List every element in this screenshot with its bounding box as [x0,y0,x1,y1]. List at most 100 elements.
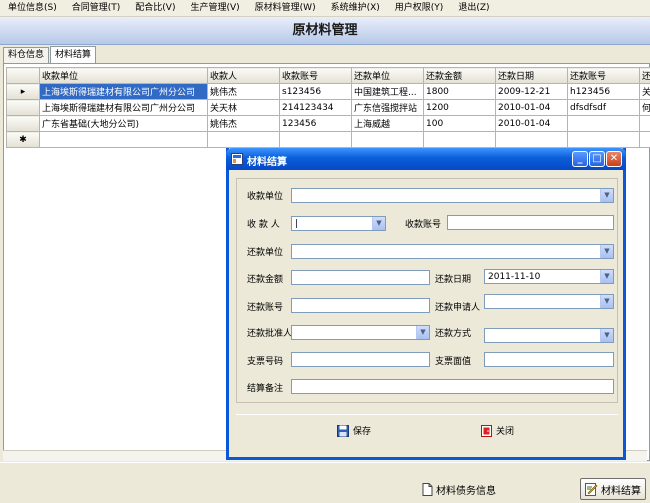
repay-account-input[interactable] [291,298,430,313]
save-button[interactable]: 保存 [337,424,371,437]
table-row[interactable]: ▸ 上海埃斯得瑞建材有限公司广州分公司 姚伟杰 s123456 中国建筑工程..… [6,83,650,100]
table-cell[interactable] [423,131,496,148]
save-label: 保存 [353,427,372,437]
table-cell[interactable] [495,131,568,148]
table-cell[interactable]: 姚伟杰 [207,83,280,100]
table-cell[interactable]: dfsdfsdf [567,99,640,116]
table-cell[interactable]: 广东省基础(大地分公司) [39,115,208,132]
table-cell[interactable]: 上海埃斯得瑞建材有限公司广州分公司 [39,99,208,116]
table-cell[interactable] [207,131,280,148]
dialog-title: 材料结算 [247,157,287,168]
tab-silo-info[interactable]: 料仓信息 [3,47,50,63]
column-header[interactable]: 还款日期 [495,67,568,84]
maximize-icon: □ [592,153,602,164]
chevron-down-icon[interactable]: ▼ [600,189,613,202]
exit-door-icon [481,424,492,437]
table-cell[interactable] [279,131,352,148]
table-cell[interactable]: 214123434 [279,99,352,116]
table-cell[interactable]: 100 [423,115,496,132]
chevron-down-icon[interactable]: ▼ [600,245,613,258]
repay-date-picker[interactable]: 2011-11-10 ▼ [484,269,614,284]
table-cell[interactable]: 2010-01-04 [495,99,568,116]
table-cell[interactable]: 关 [639,83,650,100]
row-header[interactable] [6,115,40,132]
column-header[interactable]: 收款账号 [279,67,352,84]
close-button[interactable]: 关闭 [481,424,514,437]
close-label: 关闭 [496,427,515,437]
close-window-button[interactable]: ✕ [606,151,622,167]
table-cell[interactable]: 2009-12-21 [495,83,568,100]
settlement-note-input[interactable] [291,379,614,394]
dialog-divider [236,414,618,415]
repay-approver-combo[interactable]: ▼ [291,325,430,340]
table-cell[interactable] [639,115,650,132]
repay-amount-input[interactable] [291,270,430,285]
repay-applicant-combo[interactable]: ▼ [484,294,614,309]
check-face-value-input[interactable] [484,352,614,367]
chevron-down-icon[interactable]: ▼ [600,329,613,342]
current-row-indicator[interactable]: ▸ [6,83,40,100]
table-cell[interactable]: 中国建筑工程... [351,83,424,100]
column-header[interactable]: 还款金额 [423,67,496,84]
dialog-title-bar[interactable]: 材料结算 _ □ ✕ [226,148,626,170]
table-cell[interactable]: 姚伟杰 [207,115,280,132]
payee-unit-label: 收款单位 [247,192,284,202]
table-cell[interactable]: 广东信强搅拌站 [351,99,424,116]
column-header[interactable]: 还款单位 [351,67,424,84]
payee-unit-combo[interactable]: ▼ [291,188,614,203]
table-cell[interactable] [39,131,208,148]
table-cell[interactable]: h123456 [567,83,640,100]
column-header[interactable]: 收款单位 [39,67,208,84]
table-cell[interactable]: s123456 [279,83,352,100]
maximize-button[interactable]: □ [589,151,605,167]
menu-mix-ratio[interactable]: 配合比(V) [127,0,182,17]
chevron-down-icon[interactable]: ▼ [600,295,613,308]
material-debt-info-button[interactable]: 材料债务信息 [418,478,500,500]
menu-production[interactable]: 生产管理(V) [182,0,246,17]
payee-combo[interactable]: | ▼ [291,216,386,231]
repay-method-label: 还款方式 [435,329,472,339]
chevron-down-icon[interactable]: ▼ [416,326,429,339]
row-header[interactable] [6,99,40,116]
bottom-toolbar [0,462,650,503]
chevron-down-icon[interactable]: ▼ [600,270,613,283]
table-cell[interactable] [351,131,424,148]
floppy-disk-icon [337,424,349,437]
check-number-input[interactable] [291,352,430,367]
table-cell[interactable]: 1200 [423,99,496,116]
menu-unit-info[interactable]: 单位信息(S) [0,0,64,17]
tab-material-settlement[interactable]: 材料结算 [50,46,97,63]
repay-method-combo[interactable]: ▼ [484,328,614,343]
page-title: 原材料管理 [0,17,650,45]
settlement-grid: 收款单位 收款人 收款账号 还款单位 还款金额 还款日期 还款账号 还 ▸ 上海… [6,67,650,148]
column-header[interactable]: 还款账号 [567,67,640,84]
table-cell[interactable]: 上海威越 [351,115,424,132]
new-row-indicator[interactable]: ✱ [6,131,40,148]
column-header[interactable]: 还 [639,67,650,84]
column-header[interactable]: 收款人 [207,67,280,84]
settlement-dialog: 材料结算 _ □ ✕ 收款单位 ▼ 收 款 人 | ▼ 收款账号 还款单位 ▼ 还… [226,148,626,460]
table-cell[interactable]: 上海埃斯得瑞建材有限公司广州分公司 [39,83,208,100]
new-row[interactable]: ✱ [6,131,650,148]
repay-unit-combo[interactable]: ▼ [291,244,614,259]
menu-materials[interactable]: 原材料管理(W) [247,0,323,17]
table-cell[interactable] [567,115,640,132]
grid-header-row: 收款单位 收款人 收款账号 还款单位 还款金额 还款日期 还款账号 还 [6,67,650,84]
table-cell[interactable]: 1800 [423,83,496,100]
table-cell[interactable] [639,131,650,148]
menu-exit[interactable]: 退出(Z) [450,0,496,17]
table-cell[interactable]: 2010-01-04 [495,115,568,132]
table-row[interactable]: 广东省基础(大地分公司) 姚伟杰 123456 上海威越 100 2010-01… [6,115,650,132]
table-cell[interactable] [567,131,640,148]
minimize-button[interactable]: _ [572,151,588,167]
table-cell[interactable]: 123456 [279,115,352,132]
chevron-down-icon[interactable]: ▼ [372,217,385,230]
menu-permissions[interactable]: 用户权限(Y) [387,0,451,17]
menu-contract[interactable]: 合同管理(T) [64,0,128,17]
table-cell[interactable]: 关天林 [207,99,280,116]
material-settlement-button[interactable]: 材料结算 [580,478,646,500]
menu-system[interactable]: 系统维护(X) [323,0,387,17]
table-cell[interactable]: 何 [639,99,650,116]
table-row[interactable]: 上海埃斯得瑞建材有限公司广州分公司 关天林 214123434 广东信强搅拌站 … [6,99,650,116]
payee-account-input[interactable] [447,215,614,230]
